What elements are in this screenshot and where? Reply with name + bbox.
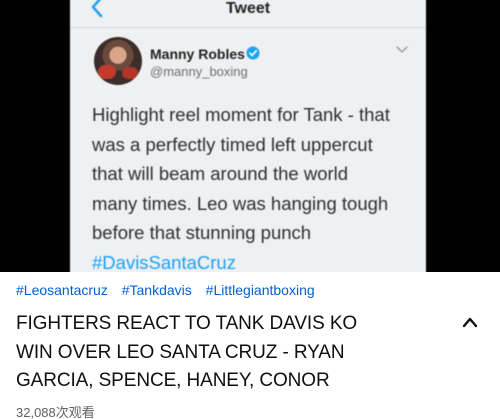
tweet-text: Highlight reel moment for Tank - that wa… <box>92 100 422 272</box>
tweet-text-line: was a perfectly timed left uppercut <box>92 133 373 155</box>
hashtag-link[interactable]: #Leosantacruz <box>16 282 108 298</box>
tweet-header-bar: Tweet <box>70 0 426 28</box>
video-info-panel: #Leosantacruz #Tankdavis #Littlegiantbox… <box>0 272 500 419</box>
tweet-screenshot: Tweet Manny Robles @manny_boxing Highlig… <box>70 0 426 272</box>
tweet-text-line: Highlight reel moment for Tank - that <box>92 104 390 125</box>
tweet-user-name: Manny Robles <box>150 46 245 62</box>
tweet-text-line: that will beam around the world <box>92 163 349 184</box>
video-player[interactable]: Tweet Manny Robles @manny_boxing Highlig… <box>0 0 500 272</box>
tweet-user-handle: @manny_boxing <box>150 64 248 79</box>
tweet-header-title: Tweet <box>225 0 271 17</box>
video-title-line: GARCIA, SPENCE, HANEY, CONOR <box>16 370 330 391</box>
tweet-text-line: many times. Leo was hanging tough <box>92 192 389 214</box>
tweet-hashtag: #DavisSantaCruz <box>92 251 236 273</box>
tweet-text-line: before that stunning punch <box>92 222 312 243</box>
video-title-line: FIGHTERS REACT TO TANK DAVIS KO <box>16 313 358 334</box>
video-hashtags: #Leosantacruz #Tankdavis #Littlegiantbox… <box>16 282 325 298</box>
verified-badge-icon <box>246 46 260 60</box>
chevron-up-icon[interactable] <box>462 316 478 328</box>
hashtag-link[interactable]: #Littlegiantboxing <box>206 282 315 298</box>
chevron-down-icon <box>396 46 408 53</box>
view-count: 32,088次观看 <box>16 405 95 419</box>
video-title-line: WIN OVER LEO SANTA CRUZ - RYAN <box>16 341 345 363</box>
hashtag-link[interactable]: #Tankdavis <box>122 282 192 298</box>
avatar <box>94 37 142 85</box>
video-title[interactable]: FIGHTERS REACT TO TANK DAVIS KO WIN OVER… <box>16 310 436 396</box>
